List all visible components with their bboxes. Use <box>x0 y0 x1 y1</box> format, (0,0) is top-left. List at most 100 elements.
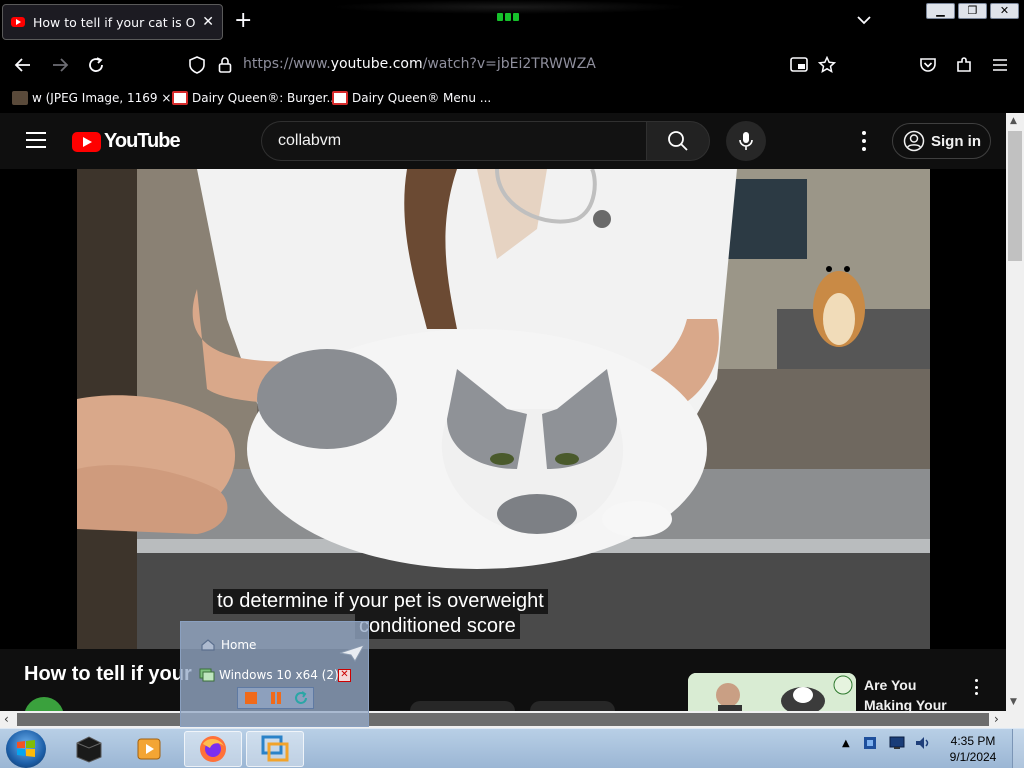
video-frame <box>77 169 930 649</box>
camera-indicator-icon <box>497 6 527 21</box>
restore-button[interactable]: ❐ <box>958 3 987 19</box>
stop-icon[interactable] <box>242 689 260 707</box>
bookmark-item[interactable]: w (JPEG Image, 1169 ×... <box>12 91 183 105</box>
pocket-button[interactable] <box>915 52 941 78</box>
vm-window-icon <box>199 668 215 682</box>
lock-icon <box>218 57 232 73</box>
hamburger-icon <box>993 59 1007 71</box>
bookmarks-toolbar: w (JPEG Image, 1169 ×... Dairy Queen®: B… <box>0 86 1024 112</box>
system-tray: ▲ <box>842 735 932 751</box>
volume-icon[interactable] <box>914 735 932 751</box>
scrollbar-corner <box>1006 711 1024 728</box>
virtual-machine-icon <box>261 735 289 762</box>
scrollbar-thumb[interactable] <box>1008 131 1022 261</box>
forward-button[interactable] <box>47 52 73 78</box>
voice-search-button[interactable] <box>726 121 766 161</box>
close-window-button[interactable]: ✕ <box>990 3 1019 19</box>
pocket-icon <box>920 58 936 72</box>
network-icon[interactable] <box>888 735 906 751</box>
youtube-play-icon <box>72 131 101 152</box>
paper-plane-icon <box>339 644 365 662</box>
dairy-queen-icon <box>172 91 188 105</box>
horizontal-scrollbar[interactable]: ‹ › <box>0 711 1006 728</box>
app-menu-button[interactable] <box>987 52 1013 78</box>
star-icon <box>818 56 836 74</box>
bookmark-star-button[interactable] <box>814 52 840 78</box>
scroll-up-icon[interactable]: ▲ <box>1010 116 1017 126</box>
firefox-icon <box>200 736 226 762</box>
account-circle-icon <box>903 130 925 152</box>
tab-title: How to tell if your cat is Obese <box>33 14 196 30</box>
bookmark-label: Dairy Queen®: Burger... <box>192 91 338 105</box>
home-icon <box>201 639 215 651</box>
youtube-logo-text: YouTube <box>104 130 181 152</box>
video-title: How to tell if your <box>24 663 192 685</box>
url-path: /watch?v=jbEi2TRWWZA <box>422 56 596 72</box>
windows-taskbar: ▲ 4:35 PM 9/1/2024 <box>0 728 1024 768</box>
thumbnail-image <box>688 673 856 713</box>
reload-button[interactable] <box>83 52 109 78</box>
refresh-icon[interactable] <box>292 689 310 707</box>
browser-tab-youtube[interactable]: How to tell if your cat is Obese ✕ <box>2 4 223 40</box>
bookmark-label: Dairy Queen® Menu ... <box>352 91 492 105</box>
site-security-icon[interactable] <box>212 52 238 78</box>
popup-home-label: Home <box>221 638 257 652</box>
start-button[interactable] <box>6 730 46 768</box>
guide-menu-icon[interactable] <box>26 132 46 148</box>
dairy-queen-icon <box>332 91 348 105</box>
recommended-thumbnail[interactable] <box>688 673 856 713</box>
scroll-left-icon[interactable]: ‹ <box>4 712 9 726</box>
browser-nav-bar: https://www.youtube.com/watch?v=jbEi2TRW… <box>0 44 1024 86</box>
video-player[interactable]: to determine if your pet is overweight c… <box>77 169 930 649</box>
tab-close-icon[interactable]: ✕ <box>202 14 214 30</box>
show-desktop-button[interactable] <box>1012 729 1024 768</box>
reload-icon <box>89 57 103 72</box>
search-input[interactable] <box>278 122 618 160</box>
youtube-favicon-icon <box>11 17 25 27</box>
caption-line-1: to determine if your pet is overweight <box>213 589 548 614</box>
page-vertical-scrollbar[interactable]: ▲ ▼ <box>1006 113 1024 714</box>
media-player-icon <box>137 738 161 760</box>
popup-vm-label: Windows 10 x64 (2) <box>219 668 339 682</box>
new-tab-button[interactable]: + <box>234 10 252 32</box>
taskbar-app-terminal[interactable] <box>60 731 118 767</box>
taskbar-app-firefox[interactable] <box>184 731 242 767</box>
pause-icon[interactable] <box>267 689 285 707</box>
popup-vm-item[interactable]: Windows 10 x64 (2) <box>199 668 339 682</box>
search-button[interactable] <box>646 121 710 161</box>
picture-in-picture-button[interactable] <box>786 52 812 78</box>
tracking-protection-icon[interactable] <box>184 52 210 78</box>
recommended-menu-icon[interactable] <box>972 679 980 695</box>
list-all-tabs-icon[interactable] <box>856 12 872 28</box>
youtube-logo[interactable]: YouTube <box>72 130 181 153</box>
url-prefix: https://www. <box>243 56 331 72</box>
tray-app-icon[interactable] <box>862 735 878 751</box>
scroll-down-icon[interactable]: ▼ <box>1010 697 1017 707</box>
scroll-right-icon[interactable]: › <box>994 712 999 726</box>
taskbar-app-media-player[interactable] <box>120 731 178 767</box>
black-box-app-icon <box>76 736 102 763</box>
extensions-button[interactable] <box>951 52 977 78</box>
windows-logo-icon <box>17 740 35 757</box>
sign-in-button[interactable]: Sign in <box>892 123 991 159</box>
shield-icon <box>189 56 205 74</box>
bookmark-label: w (JPEG Image, 1169 ×... <box>32 91 183 105</box>
horizontal-scrollbar-thumb[interactable] <box>17 713 989 726</box>
back-button[interactable] <box>10 52 36 78</box>
popup-vm-close-icon[interactable]: ✕ <box>338 669 351 682</box>
collabvm-menu-popup: Home Windows 10 x64 (2) ✕ <box>180 621 369 727</box>
vm-control-bar <box>237 687 314 709</box>
image-icon <box>12 91 28 105</box>
sign-in-label: Sign in <box>931 132 981 150</box>
address-bar[interactable]: https://www.youtube.com/watch?v=jbEi2TRW… <box>243 56 596 72</box>
bookmark-item[interactable]: Dairy Queen® Menu ... <box>332 91 491 105</box>
taskbar-app-vmware[interactable] <box>246 731 304 767</box>
youtube-masthead: YouTube Sign in <box>0 113 1006 169</box>
taskbar-clock[interactable]: 4:35 PM 9/1/2024 <box>946 733 1000 765</box>
popup-home-item[interactable]: Home <box>201 638 256 652</box>
url-host: youtube.com <box>330 56 423 72</box>
tray-expand-icon[interactable]: ▲ <box>842 738 850 749</box>
bookmark-item[interactable]: Dairy Queen®: Burger... <box>172 91 338 105</box>
settings-menu-icon[interactable] <box>858 131 870 151</box>
minimize-button[interactable]: ▁ <box>926 3 955 19</box>
